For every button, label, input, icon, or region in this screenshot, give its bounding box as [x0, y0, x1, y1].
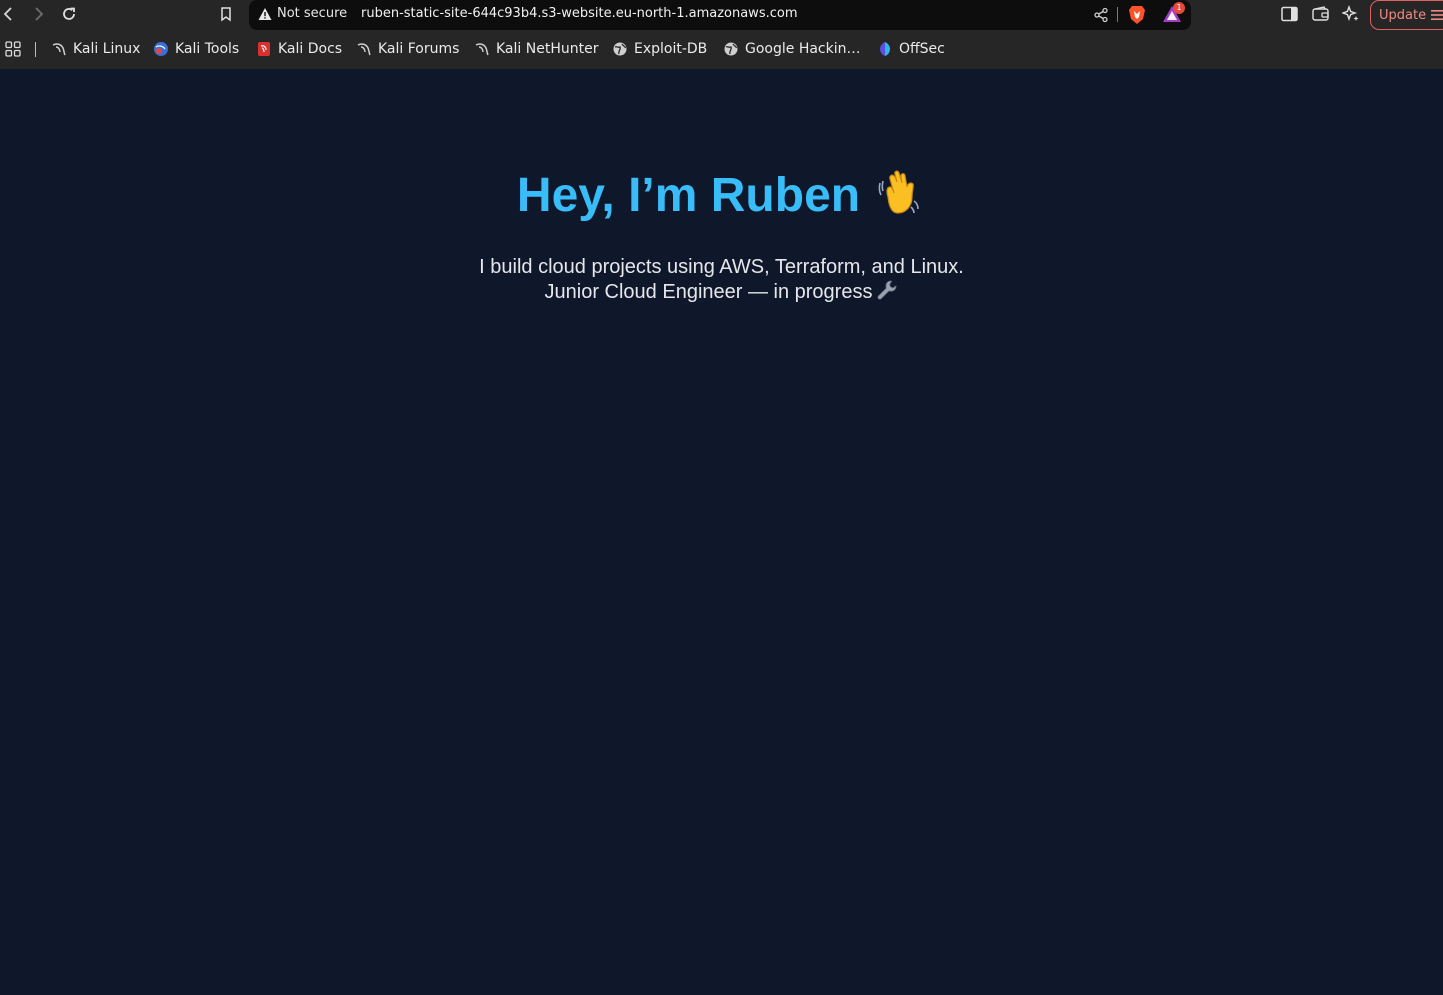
leo-ai-sparkle-icon[interactable]	[1342, 5, 1360, 23]
kali-dragon-icon	[52, 43, 66, 56]
reload-button[interactable]	[57, 2, 81, 26]
hamburger-menu-icon	[1431, 10, 1443, 20]
bookmark-kali-tools[interactable]: Kali Tools	[153, 39, 239, 59]
apps-grid-icon[interactable]	[5, 41, 21, 57]
back-button[interactable]	[0, 2, 21, 26]
forward-arrow-icon	[35, 7, 44, 21]
update-button[interactable]: Update	[1370, 0, 1443, 30]
wrench-icon	[878, 280, 897, 300]
url-text[interactable]: ruben-static-site-644c93b4.s3-website.eu…	[361, 6, 797, 21]
tagline-line-2: Junior Cloud Engineer — in progress	[0, 279, 1443, 304]
browser-toolbar: Not secure ruben-static-site-644c93b4.s3…	[0, 0, 1443, 30]
tagline: I build cloud projects using AWS, Terraf…	[0, 255, 1443, 304]
bookmark-label: Google Hackin…	[745, 41, 861, 57]
page-title-text: Hey, I’m Ruben	[516, 169, 861, 222]
sidebar-toggle-icon[interactable]	[1281, 6, 1298, 22]
page-content: Hey, I’m Ruben I build cloud projects us…	[0, 69, 1443, 995]
brave-shields-icon[interactable]	[1128, 5, 1146, 25]
kali-dragon-icon	[357, 43, 371, 56]
update-label: Update	[1379, 7, 1427, 23]
bookmark-label: Kali Docs	[278, 41, 343, 57]
bookmark-label: Kali NetHunter	[496, 41, 599, 57]
address-bar[interactable]: Not secure ruben-static-site-644c93b4.s3…	[249, 0, 1191, 30]
bookmark-label: Kali Linux	[73, 41, 141, 57]
bookmarks-divider	[35, 42, 36, 57]
bookmark-icon	[221, 7, 231, 22]
warning-triangle-icon	[258, 8, 272, 20]
globe-icon	[724, 42, 738, 56]
globe-icon	[613, 42, 627, 56]
browser-chrome: Not secure ruben-static-site-644c93b4.s3…	[0, 0, 1443, 69]
rewards-badge: 1	[1173, 2, 1185, 14]
bookmark-kali-forums[interactable]: Kali Forums	[356, 39, 459, 59]
share-icon[interactable]	[1093, 7, 1109, 23]
bookmark-google-hacking[interactable]: Google Hackin…	[723, 39, 861, 59]
bookmark-kali-nethunter[interactable]: Kali NetHunter	[474, 39, 598, 59]
bookmark-label: Kali Tools	[175, 41, 240, 57]
page-title: Hey, I’m Ruben	[0, 167, 1443, 223]
address-bar-divider	[1117, 7, 1118, 22]
bookmark-exploit-db[interactable]: Exploit-DB	[612, 39, 707, 59]
wallet-icon[interactable]	[1312, 6, 1329, 22]
back-arrow-icon	[3, 7, 12, 21]
offsec-icon	[880, 42, 890, 56]
bookmark-label: OffSec	[899, 41, 945, 57]
kali-docs-icon	[258, 42, 270, 56]
bookmarks-bar: Kali Linux Kali Tools Kali Docs Kali For…	[0, 36, 1443, 62]
bookmark-page-button[interactable]	[214, 2, 238, 26]
bookmark-label: Exploit-DB	[634, 41, 708, 57]
forward-button[interactable]	[26, 2, 50, 26]
bookmark-offsec[interactable]: OffSec	[877, 39, 945, 59]
kali-dragon-icon	[475, 43, 489, 56]
kali-tools-icon	[154, 42, 168, 56]
waving-hand-icon	[878, 170, 919, 214]
tagline-line-1: I build cloud projects using AWS, Terraf…	[479, 256, 964, 278]
reload-icon	[63, 7, 75, 20]
bookmark-kali-linux[interactable]: Kali Linux	[51, 39, 140, 59]
bookmark-kali-docs[interactable]: Kali Docs	[256, 39, 342, 59]
security-indicator[interactable]: Not secure	[277, 6, 347, 21]
bookmark-label: Kali Forums	[378, 41, 460, 57]
tagline-line-2-text: Junior Cloud Engineer — in progress	[544, 281, 873, 303]
